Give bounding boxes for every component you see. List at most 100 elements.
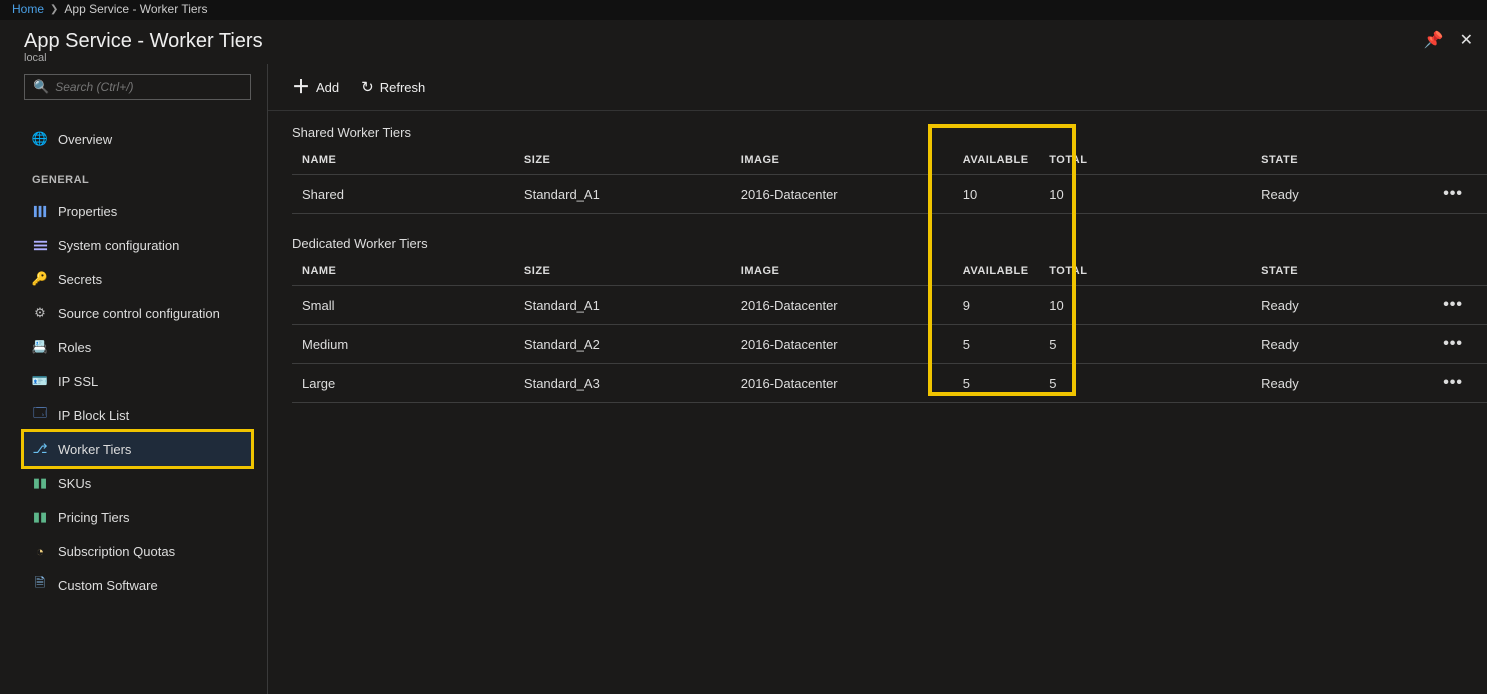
dedicated-worker-table: NAME SIZE IMAGE AVAILABLE TOTAL STATE Sm… (292, 257, 1487, 403)
plus-icon: ＋ (292, 80, 310, 94)
row-more-icon[interactable]: ••• (1443, 374, 1463, 391)
dedicated-section-title: Dedicated Worker Tiers (268, 214, 1487, 257)
add-label: Add (316, 80, 339, 95)
refresh-label: Refresh (380, 80, 426, 95)
row-more-icon[interactable]: ••• (1443, 335, 1463, 352)
main-content: ＋ Add ↻ Refresh Shared Worker Tiers NAME… (268, 64, 1487, 694)
table-row[interactable]: Large Standard_A3 2016-Datacenter 5 5 Re… (292, 364, 1487, 403)
certificate-icon: 🪪 (32, 373, 48, 389)
cell-total: 10 (1039, 286, 1251, 325)
col-state[interactable]: STATE (1251, 257, 1433, 286)
close-icon[interactable]: ✕ (1460, 30, 1473, 50)
cell-name: Shared (292, 175, 514, 214)
add-button[interactable]: ＋ Add (292, 80, 339, 95)
sidebar-item-secrets[interactable]: 🔑 Secrets (24, 262, 251, 296)
search-input-wrap[interactable]: 🔍 (24, 74, 251, 100)
col-size[interactable]: SIZE (514, 257, 731, 286)
sidebar-item-label: IP SSL (58, 374, 98, 389)
col-available[interactable]: AVAILABLE (953, 146, 1040, 175)
sidebar-item-worker-tiers[interactable]: ⎇ Worker Tiers (24, 432, 251, 466)
table-header-row: NAME SIZE IMAGE AVAILABLE TOTAL STATE (292, 146, 1487, 175)
col-size[interactable]: SIZE (514, 146, 731, 175)
sidebar-item-pricing-tiers[interactable]: ▮▮ Pricing Tiers (24, 500, 251, 534)
sidebar-item-label: Custom Software (58, 578, 158, 593)
worker-tiers-icon: ⎇ (32, 441, 48, 457)
sidebar-item-system-configuration[interactable]: System configuration (24, 228, 251, 262)
breadcrumb-current: App Service - Worker Tiers (64, 2, 207, 16)
sidebar-item-skus[interactable]: ▮▮ SKUs (24, 466, 251, 500)
page-title: App Service - Worker Tiers (24, 30, 263, 52)
skus-icon: ▮▮ (32, 475, 48, 491)
globe-icon: 🌐 (32, 131, 48, 147)
col-image[interactable]: IMAGE (731, 146, 953, 175)
cell-available: 5 (953, 325, 1040, 364)
cell-size: Standard_A1 (514, 286, 731, 325)
col-image[interactable]: IMAGE (731, 257, 953, 286)
sidebar-item-label: Overview (58, 132, 112, 147)
cell-image: 2016-Datacenter (731, 364, 953, 403)
sidebar-item-label: Worker Tiers (58, 442, 131, 457)
col-name[interactable]: NAME (292, 257, 514, 286)
sidebar-item-roles[interactable]: 📇 Roles (24, 330, 251, 364)
col-total[interactable]: TOTAL (1039, 146, 1251, 175)
sidebar-item-properties[interactable]: Properties (24, 194, 251, 228)
search-input[interactable] (55, 80, 242, 94)
sidebar-item-custom-software[interactable]: 🗎 Custom Software (24, 568, 251, 602)
cell-available: 5 (953, 364, 1040, 403)
cell-size: Standard_A3 (514, 364, 731, 403)
sidebar-item-label: SKUs (58, 476, 91, 491)
cell-image: 2016-Datacenter (731, 175, 953, 214)
sidebar-item-overview[interactable]: 🌐 Overview (24, 122, 251, 156)
cell-available: 10 (953, 175, 1040, 214)
sidebar-item-source-control-configuration[interactable]: ⚙ Source control configuration (24, 296, 251, 330)
cell-total: 5 (1039, 364, 1251, 403)
sidebar-item-subscription-quotas[interactable]: ◔ Subscription Quotas (24, 534, 251, 568)
cell-state: Ready (1251, 175, 1433, 214)
refresh-button[interactable]: ↻ Refresh (361, 78, 425, 96)
gear-icon: ⚙ (32, 305, 48, 321)
quota-icon: ◔ (32, 543, 48, 559)
col-total[interactable]: TOTAL (1039, 257, 1251, 286)
sidebar: 🔍 🌐 Overview GENERAL Properties System c… (0, 64, 268, 694)
properties-icon (32, 203, 48, 219)
col-available[interactable]: AVAILABLE (953, 257, 1040, 286)
document-icon: 🗎 (32, 577, 48, 593)
table-row[interactable]: Shared Standard_A1 2016-Datacenter 10 10… (292, 175, 1487, 214)
cell-name: Medium (292, 325, 514, 364)
cell-state: Ready (1251, 364, 1433, 403)
search-icon: 🔍 (33, 79, 49, 95)
sidebar-item-label: Roles (58, 340, 91, 355)
shared-section-title: Shared Worker Tiers (268, 111, 1487, 146)
pin-icon[interactable]: 📌 (1424, 30, 1444, 50)
cell-size: Standard_A1 (514, 175, 731, 214)
cell-image: 2016-Datacenter (731, 325, 953, 364)
col-actions (1433, 257, 1487, 286)
sidebar-item-label: IP Block List (58, 408, 129, 423)
shared-worker-table: NAME SIZE IMAGE AVAILABLE TOTAL STATE Sh… (292, 146, 1487, 214)
pricing-icon: ▮▮ (32, 509, 48, 525)
cell-total: 10 (1039, 175, 1251, 214)
toolbar: ＋ Add ↻ Refresh (268, 64, 1487, 111)
breadcrumb-home[interactable]: Home (12, 2, 44, 16)
row-more-icon[interactable]: ••• (1443, 185, 1463, 202)
table-header-row: NAME SIZE IMAGE AVAILABLE TOTAL STATE (292, 257, 1487, 286)
sidebar-item-ip-block-list[interactable]: 🗔 IP Block List (24, 398, 251, 432)
chevron-right-icon: ❯ (50, 4, 58, 15)
sidebar-item-label: Properties (58, 204, 117, 219)
col-state[interactable]: STATE (1251, 146, 1433, 175)
col-actions (1433, 146, 1487, 175)
header: App Service - Worker Tiers local 📌 ✕ (0, 20, 1487, 64)
sidebar-item-label: Secrets (58, 272, 102, 287)
sidebar-item-label: Source control configuration (58, 306, 220, 321)
sidebar-item-label: System configuration (58, 238, 179, 253)
sidebar-item-label: Subscription Quotas (58, 544, 175, 559)
col-name[interactable]: NAME (292, 146, 514, 175)
table-row[interactable]: Small Standard_A1 2016-Datacenter 9 10 R… (292, 286, 1487, 325)
table-row[interactable]: Medium Standard_A2 2016-Datacenter 5 5 R… (292, 325, 1487, 364)
cell-state: Ready (1251, 286, 1433, 325)
list-icon: 🗔 (32, 407, 48, 423)
sidebar-item-ip-ssl[interactable]: 🪪 IP SSL (24, 364, 251, 398)
refresh-icon: ↻ (361, 78, 374, 96)
page-subtitle: local (24, 52, 263, 64)
row-more-icon[interactable]: ••• (1443, 296, 1463, 313)
